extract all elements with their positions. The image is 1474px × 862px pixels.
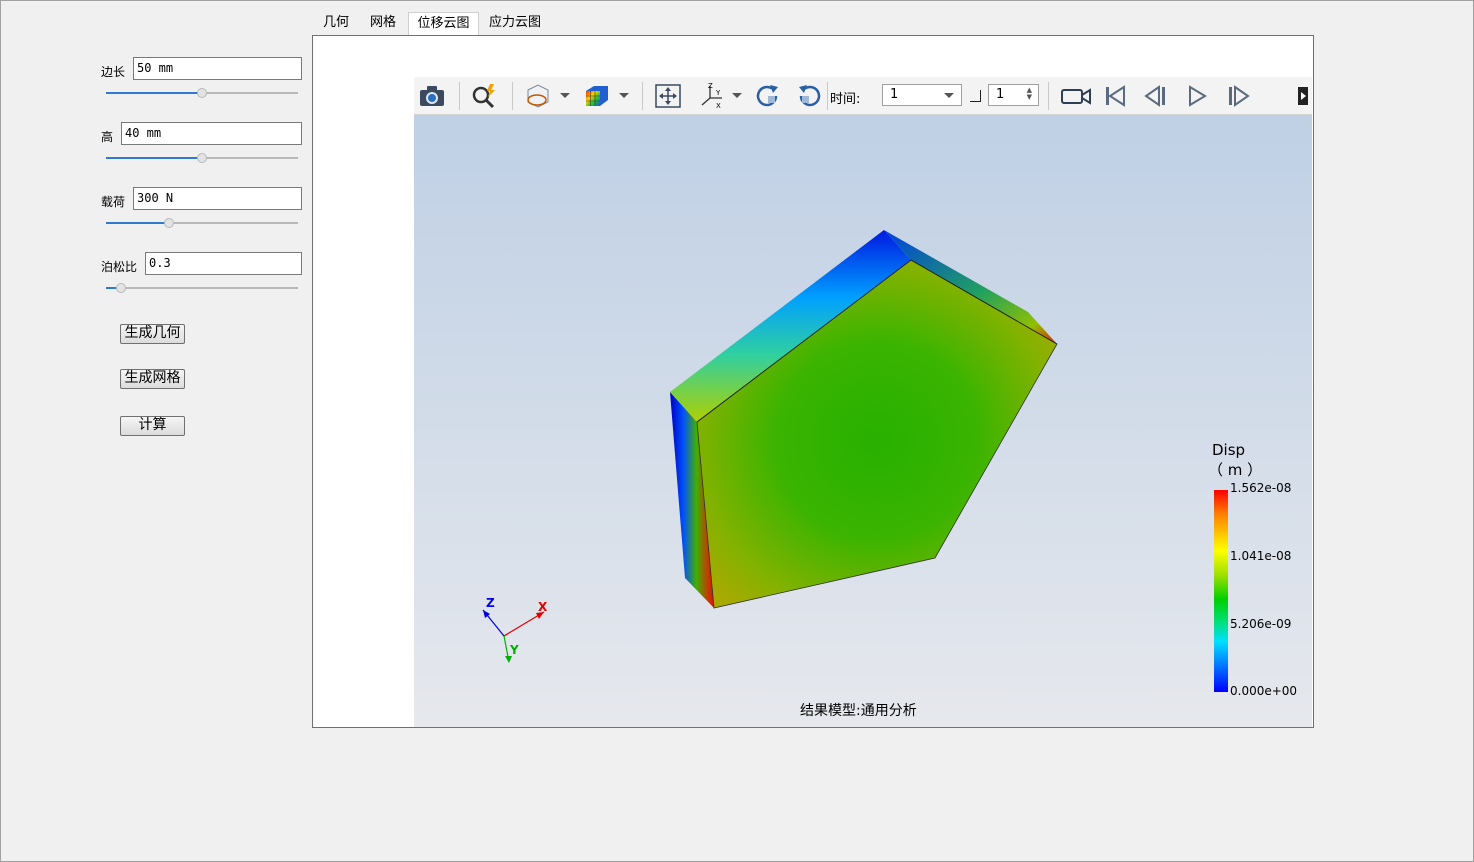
color-legend-bar	[1214, 490, 1228, 692]
slider-thumb[interactable]	[164, 218, 175, 228]
view-cube-icon[interactable]	[522, 81, 552, 111]
z-axis-label: Z	[486, 596, 495, 610]
generate-geometry-button[interactable]: 生成几何	[120, 324, 185, 344]
poisson-input[interactable]: 0.3	[145, 252, 302, 275]
chevron-down-icon[interactable]	[732, 93, 742, 98]
tab-displacement[interactable]: 位移云图	[408, 12, 479, 36]
result-model-label: 结果模型:通用分析	[800, 703, 917, 719]
tab-mesh[interactable]: 网格	[362, 12, 404, 36]
legend-tick: 1.041e-08	[1230, 549, 1292, 563]
color-map-icon[interactable]	[581, 81, 611, 111]
generate-mesh-button[interactable]: 生成网格	[120, 369, 185, 389]
load-slider[interactable]	[106, 217, 298, 229]
3d-viewport[interactable]: X Z Y Disp （ m ） 1.562e-08 1.041e-08 5.2…	[414, 115, 1312, 727]
load-input[interactable]: 300 N	[133, 187, 302, 210]
step-spinbox-value: 1	[996, 87, 1005, 102]
step-spinbox[interactable]: 1 ▲ ▼	[988, 84, 1039, 106]
next-frame-icon[interactable]	[1223, 81, 1253, 111]
camera-icon[interactable]	[417, 81, 447, 111]
edge-length-slider[interactable]	[106, 87, 298, 99]
compute-button[interactable]: 计算	[120, 416, 185, 436]
legend-unit: （ m ）	[1208, 461, 1263, 479]
rotate-ccw-icon[interactable]	[794, 81, 824, 111]
load-label: 载荷	[101, 195, 126, 209]
axis-triad: X Z Y	[482, 596, 548, 663]
height-label: 高	[101, 130, 114, 144]
toolbar-overflow-icon[interactable]	[1298, 87, 1308, 105]
prev-frame-icon[interactable]	[1141, 81, 1171, 111]
zoom-icon[interactable]	[469, 81, 499, 111]
tab-stress[interactable]: 应力云图	[484, 12, 546, 36]
rotate-cw-icon[interactable]	[753, 81, 783, 111]
x-axis-label: X	[538, 600, 548, 614]
slider-thumb[interactable]	[197, 153, 207, 163]
chevron-down-icon[interactable]	[619, 93, 629, 98]
edge-length-label: 边长	[101, 65, 126, 79]
poisson-slider[interactable]	[106, 282, 298, 294]
chevron-down-icon[interactable]	[560, 93, 570, 98]
edge-length-input[interactable]: 50 mm	[133, 57, 302, 80]
svg-text:Z: Z	[708, 82, 713, 90]
svg-text:Y: Y	[715, 89, 721, 97]
legend-tick-max: 1.562e-08	[1230, 481, 1292, 495]
video-camera-icon[interactable]	[1059, 81, 1093, 111]
time-label: 时间:	[830, 92, 861, 107]
y-axis-label: Y	[509, 643, 519, 657]
slider-thumb[interactable]	[197, 88, 207, 98]
fit-view-icon[interactable]	[653, 81, 683, 111]
tab-geometry[interactable]: 几何	[316, 12, 356, 36]
legend-tick: 5.206e-09	[1230, 617, 1292, 631]
time-select-value: 1	[890, 87, 899, 102]
viewer-toolbar: ZYX 时间: 1 1 ▲ ▼	[414, 77, 1312, 115]
first-frame-icon[interactable]	[1100, 81, 1130, 111]
legend-tick-min: 0.000e+00	[1230, 684, 1298, 698]
spin-arrows-icon[interactable]: ▲ ▼	[1027, 87, 1032, 101]
chevron-down-icon	[944, 93, 954, 98]
step-icon	[970, 90, 981, 102]
height-input[interactable]: 40 mm	[121, 122, 302, 145]
poisson-label: 泊松比	[101, 260, 138, 274]
time-select[interactable]: 1	[882, 84, 962, 106]
slider-thumb[interactable]	[116, 283, 127, 293]
play-icon[interactable]	[1182, 81, 1212, 111]
svg-text:X: X	[716, 102, 721, 110]
height-slider[interactable]	[106, 152, 298, 164]
axes-orientation-icon[interactable]: ZYX	[697, 81, 727, 111]
legend-title: Disp	[1212, 441, 1246, 459]
